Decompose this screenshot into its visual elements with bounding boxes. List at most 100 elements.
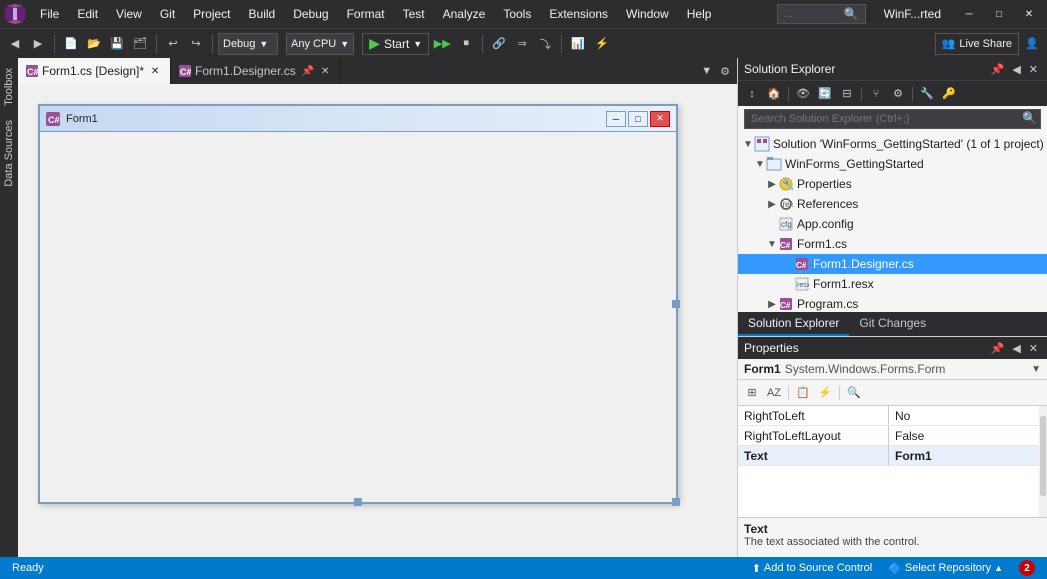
form-restore-button[interactable]: □ [628,111,648,127]
sol-explorer-close-btn[interactable]: ✕ [1026,63,1041,76]
menu-analyze[interactable]: Analyze [435,4,494,24]
tab-list-button[interactable]: ▼ [698,65,715,77]
form-titlebar: C# Form1 ─ □ ✕ [40,106,676,132]
tab-form1-design-close[interactable]: ✕ [148,64,162,78]
data-sources-tab[interactable]: Data Sources [1,114,17,193]
select-repository-button[interactable]: 🔷 Select Repository ▲ [884,562,1007,575]
solution-explorer-search: 🔍 [744,109,1041,129]
resize-handle-right[interactable] [672,300,680,308]
menu-help[interactable]: Help [679,4,720,24]
restore-button[interactable]: □ [985,0,1013,28]
pause-debug-button[interactable]: ▶▶ [431,33,453,55]
sol-explorer-pin-btn[interactable]: 📌 [988,63,1008,76]
prop-alphabetical-btn[interactable]: AZ [764,383,784,403]
tab-form1-designer-close[interactable]: ✕ [318,64,332,78]
tree-properties[interactable]: ▶ 🔧 Properties [738,174,1047,194]
prop-search-btn[interactable]: 🔍 [844,383,864,403]
git-changes-tab[interactable]: Git Changes [849,312,936,336]
props-close-btn[interactable]: ✕ [1026,342,1041,355]
undo-button[interactable]: ↩ [162,33,184,55]
props-pin-btn[interactable]: 📌 [988,342,1008,355]
prop-row-right-to-left[interactable]: RightToLeft No [738,406,1039,426]
app-config-icon: cfg [778,216,794,232]
solution-explorer-search-input[interactable] [744,109,1041,129]
resize-handle-br[interactable] [672,498,680,506]
tree-form1-designer-cs[interactable]: ▶ C# Form1.Designer.cs [738,254,1047,274]
save-file-button[interactable]: 💾 [106,33,128,55]
sol-tb-home-btn[interactable]: 🏠 [764,84,784,104]
properties-object-selector[interactable]: Form1 System.Windows.Forms.Form ▼ [738,359,1047,380]
resize-handle-bottom[interactable] [354,498,362,506]
close-button[interactable]: ✕ [1015,0,1043,28]
save-all-button[interactable]: 🗂 [129,33,151,55]
tree-form1-cs[interactable]: ▼ C# Form1.cs [738,234,1047,254]
menu-view[interactable]: View [108,4,150,24]
props-auto-hide-btn[interactable]: ◀ [1009,342,1023,355]
tree-form1-resx[interactable]: ▶ resx Form1.resx [738,274,1047,294]
tree-project[interactable]: ▼ WinForms_GettingStarted [738,154,1047,174]
forward-button[interactable]: ▶ [27,33,49,55]
prop-events-btn[interactable]: ⚡ [815,383,835,403]
error-status-button[interactable]: 2 [1015,560,1039,576]
menu-file[interactable]: File [32,4,67,24]
cpu-config-dropdown[interactable]: Any CPU ▼ [286,33,354,55]
form-close-button[interactable]: ✕ [650,111,670,127]
menu-project[interactable]: Project [185,4,238,24]
stop-debug-button[interactable]: ⏹ [455,33,477,55]
sol-explorer-tab[interactable]: Solution Explorer [738,312,849,336]
program-cs-label: Program.cs [797,297,858,311]
sol-tb-git-btn[interactable]: ⑂ [866,84,886,104]
quick-launch-search[interactable]: 🔍 [777,4,866,24]
menu-build[interactable]: Build [241,4,284,24]
live-share-button[interactable]: 👥 Live Share [935,33,1019,55]
start-button[interactable]: ▶ Start ▼ [362,33,429,55]
menu-edit[interactable]: Edit [69,4,106,24]
new-file-button[interactable]: 📄 [60,33,82,55]
tab-form1-designer-label: Form1.Designer.cs [195,64,296,78]
sol-tb-refresh-btn[interactable]: 🔄 [815,84,835,104]
tree-solution[interactable]: ▼ Solution 'WinForms_GettingStarted' (1 … [738,134,1047,154]
menu-tools[interactable]: Tools [495,4,539,24]
tree-app-config[interactable]: ▶ cfg App.config [738,214,1047,234]
account-button[interactable]: 👤 [1021,33,1043,55]
redo-button[interactable]: ↪ [185,33,207,55]
sol-tb-props-btn[interactable]: 🔧 [917,84,937,104]
menu-window[interactable]: Window [618,4,677,24]
minimize-button[interactable]: ─ [955,0,983,28]
diagnostic-button[interactable]: 📊 [567,33,589,55]
menu-git[interactable]: Git [152,4,183,24]
right-panel: Solution Explorer 📌 ◀ ✕ ↕ 🏠 👁 🔄 ⊟ ⑂ ⚙ 🔧 [737,58,1047,557]
menu-test[interactable]: Test [395,4,433,24]
menu-format[interactable]: Format [339,4,393,24]
step-over-button[interactable]: ⇒ [511,33,533,55]
tab-form1-designer[interactable]: C# Form1.Designer.cs 📌 ✕ [171,58,341,84]
sol-tb-show-all-btn[interactable]: 👁 [793,84,813,104]
tab-settings-button[interactable]: ⚙ [717,65,733,78]
sol-tb-sync-btn[interactable]: ↕ [742,84,762,104]
properties-scrollbar[interactable] [1039,406,1047,517]
add-to-source-control-button[interactable]: ⬆ Add to Source Control [748,562,876,575]
step-into-button[interactable]: ⤵ [534,33,556,55]
sol-tb-collapse-btn[interactable]: ⊟ [837,84,857,104]
prop-row-right-to-left-layout[interactable]: RightToLeftLayout False [738,426,1039,446]
prop-categorized-btn[interactable]: ⊞ [742,383,762,403]
back-button[interactable]: ◀ [4,33,26,55]
tree-program-cs[interactable]: ▶ C# Program.cs [738,294,1047,312]
open-file-button[interactable]: 📂 [83,33,105,55]
toolbox-tab[interactable]: Toolbox [1,62,17,112]
sol-tb-preview-btn[interactable]: 🔑 [939,84,959,104]
perf-button[interactable]: ⚡ [591,33,613,55]
form-minimize-button[interactable]: ─ [606,111,626,127]
debug-config-dropdown[interactable]: Debug ▼ [218,33,278,55]
attach-button[interactable]: 🔗 [488,33,510,55]
menu-debug[interactable]: Debug [285,4,336,24]
sol-tb-settings-btn[interactable]: ⚙ [888,84,908,104]
svg-text:C#: C# [796,261,807,270]
sol-explorer-auto-hide-btn[interactable]: ◀ [1009,63,1023,76]
prop-row-text[interactable]: Text Form1 [738,446,1039,466]
quick-launch-input[interactable] [784,8,844,20]
prop-properties-btn[interactable]: 📋 [793,383,813,403]
tab-form1-design[interactable]: C# Form1.cs [Design]* ✕ [18,58,171,84]
tree-references[interactable]: ▶ refs References [738,194,1047,214]
menu-extensions[interactable]: Extensions [541,4,616,24]
